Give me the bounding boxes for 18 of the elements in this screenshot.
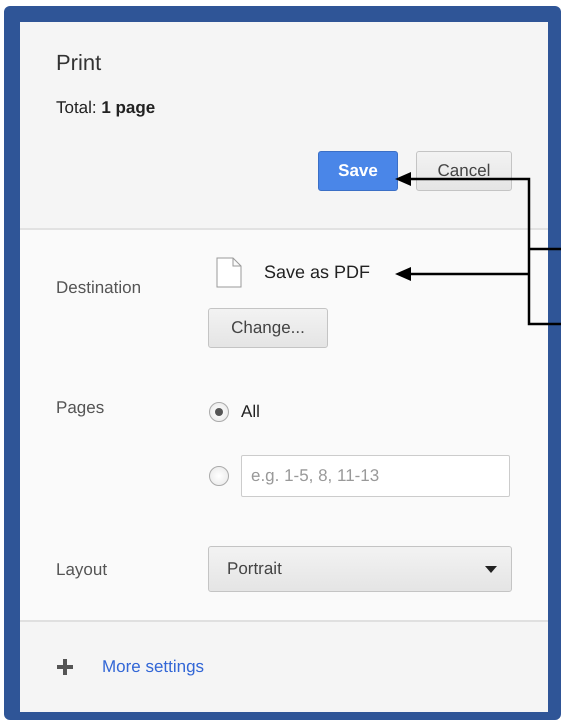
dropdown-caret-icon xyxy=(485,566,497,572)
radio-button[interactable] xyxy=(209,466,229,486)
cancel-button[interactable]: Cancel xyxy=(416,151,512,191)
destination-name: Save as PDF xyxy=(264,262,370,282)
radio-button[interactable] xyxy=(209,402,229,422)
page-total: Total: 1 page xyxy=(56,98,156,118)
layout-dropdown[interactable]: Portrait xyxy=(208,546,512,592)
save-button[interactable]: Save xyxy=(318,151,398,191)
destination-label: Destination xyxy=(56,278,142,298)
dialog-title: Print xyxy=(56,50,102,76)
layout-label: Layout xyxy=(56,560,108,580)
pages-label: Pages xyxy=(56,398,106,418)
change-button[interactable]: Change... xyxy=(208,308,328,348)
page-range-field[interactable]: e.g. 1-5, 8, 11-13 xyxy=(241,455,510,497)
document-icon xyxy=(216,256,242,288)
plus-icon xyxy=(56,658,74,676)
all-option-label: All xyxy=(241,402,260,422)
more-settings-link[interactable]: More settings xyxy=(102,657,204,677)
